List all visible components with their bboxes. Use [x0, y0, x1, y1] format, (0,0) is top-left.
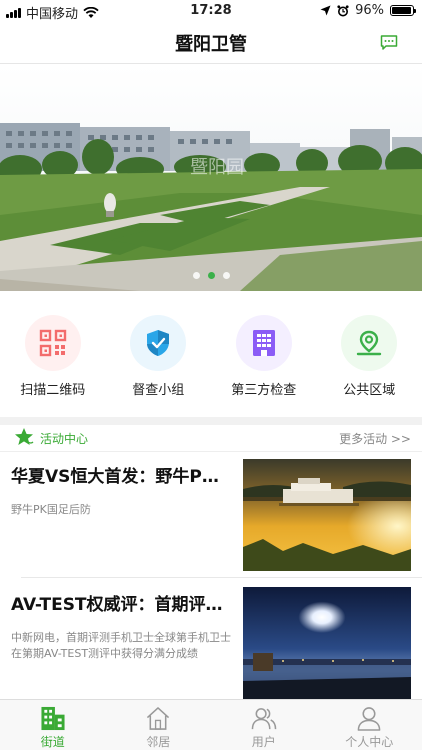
banner-image: 暨阳园 [0, 65, 422, 291]
map-pin-icon [341, 315, 398, 371]
banner-carousel[interactable]: 暨阳园 [0, 65, 422, 291]
banner-dot[interactable] [222, 272, 230, 279]
public-area-button[interactable]: 公共区域 [317, 302, 422, 412]
page-title: 暨阳卫管 [175, 34, 247, 55]
users-icon [251, 708, 277, 730]
activity-section-title: 活动中心 [40, 432, 89, 446]
tab-users-label: 用户 [251, 735, 276, 749]
tab-street-label: 街道 [40, 735, 65, 749]
battery-icon [390, 5, 416, 16]
inspection-team-label: 督查小组 [132, 383, 185, 398]
shield-icon [130, 315, 187, 371]
tab-neighbors-label: 邻居 [146, 735, 171, 749]
scan-qr-button[interactable]: 扫描二维码 [0, 302, 106, 412]
person-icon [357, 707, 381, 731]
third-party-check-label: 第三方检查 [231, 383, 297, 398]
tab-bar: 街道 邻居 用户 个人中心 [0, 699, 422, 750]
list-divider [21, 577, 422, 578]
star-icon [15, 428, 34, 445]
news-desc: 中新网电，首期评测手机卫士全球第手机卫士在第期AV-TEST测评中获得分满分成绩 [11, 631, 231, 660]
tab-neighbors[interactable]: 邻居 [106, 700, 212, 750]
inspection-team-button[interactable]: 督查小组 [106, 302, 212, 412]
quick-menu: 扫描二维码 督查小组 第三方检查 公共区域 [0, 302, 422, 412]
banner-pagination [0, 272, 422, 279]
third-party-check-button[interactable]: 第三方检查 [211, 302, 317, 412]
more-activities-link[interactable]: 更多活动 >> [339, 430, 411, 447]
activity-section-header: 活动中心 更多活动 >> [0, 425, 422, 451]
news-desc: 野牛PK国足后防 [11, 503, 91, 516]
banner-dot-active[interactable] [207, 272, 215, 279]
news-title: 华夏VS恒大首发：野牛PK国足后防 [11, 467, 231, 487]
location-arrow-icon [320, 5, 331, 16]
nav-bar: 暨阳卫管 [0, 22, 422, 64]
news-thumbnail [243, 459, 411, 571]
tab-profile-label: 个人中心 [345, 735, 394, 749]
chat-bubble-icon[interactable] [380, 35, 398, 50]
banner-watermark: 暨阳园 [190, 157, 244, 177]
section-divider [0, 417, 422, 425]
tab-profile[interactable]: 个人中心 [317, 700, 422, 750]
battery-percent: 96% [355, 3, 384, 18]
news-title: AV-TEST权威评：首期评测手机卫士 [11, 595, 231, 615]
tab-users[interactable]: 用户 [211, 700, 317, 750]
building-icon [41, 706, 65, 731]
news-thumbnail [243, 587, 411, 699]
banner-dot[interactable] [192, 272, 200, 279]
public-area-label: 公共区域 [343, 383, 396, 398]
alarm-icon [337, 4, 349, 16]
list-item[interactable]: 华夏VS恒大首发：野牛PK国足后防 野牛PK国足后防 [0, 452, 422, 574]
list-item[interactable]: AV-TEST权威评：首期评测手机卫士 中新网电，首期评测手机卫士全球第手机卫士… [0, 580, 422, 702]
qr-code-icon [24, 315, 81, 371]
building-icon [235, 315, 292, 371]
tab-street[interactable]: 街道 [0, 700, 106, 750]
scan-qr-label: 扫描二维码 [20, 383, 86, 398]
status-bar: 中国移动 17:28 96% [0, 0, 422, 22]
house-icon [147, 707, 170, 730]
